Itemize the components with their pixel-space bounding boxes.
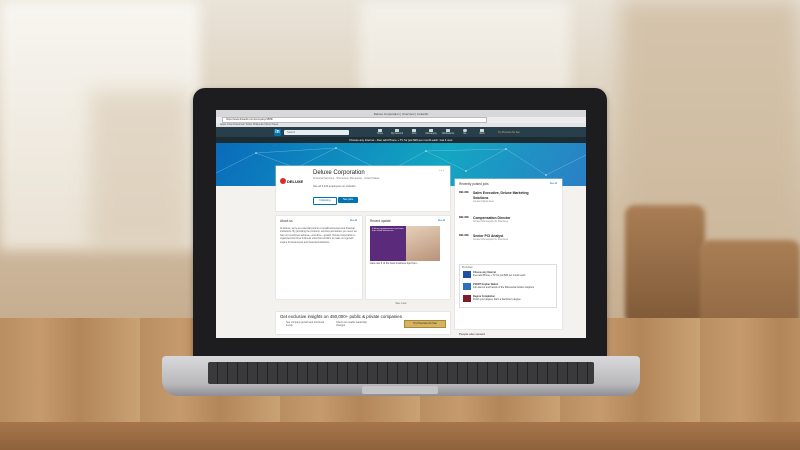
nav-notifications[interactable]: Notifications xyxy=(441,129,455,135)
nav-home[interactable]: Home xyxy=(373,129,387,135)
ad-sub: Join alumni and friends of the Minnesota… xyxy=(473,286,535,289)
linkedin-nav: in Search Home My Network Jobs Messaging… xyxy=(216,127,586,137)
nav-messaging[interactable]: Messaging xyxy=(424,129,438,135)
recent-update-card: Recent update See all 6 things entrepren… xyxy=(366,216,450,299)
grid-icon xyxy=(480,129,484,132)
laptop-trackpad xyxy=(362,386,438,394)
nav-my-network[interactable]: My Network xyxy=(390,129,404,135)
update-image-text[interactable]: 6 things entrepreneurs can learn from sm… xyxy=(370,226,406,261)
promoted-label: Promoted xyxy=(462,266,473,269)
browser-tab-title: Deluxe Corporation | Overview | LinkedIn xyxy=(373,111,429,116)
job-location: Greater Minneapolis-St. Paul Area xyxy=(473,239,508,241)
people-also-viewed: People also viewed xyxy=(459,332,485,336)
nav-jobs[interactable]: Jobs xyxy=(407,129,421,135)
ad-logo-icon xyxy=(463,295,471,302)
ad-item[interactable]: Choose any Internet then add Phone + TV … xyxy=(463,271,553,278)
company-header-card: DELUXE Deluxe Corporation Financial Serv… xyxy=(276,166,450,211)
more-options-icon[interactable]: ··· xyxy=(439,168,444,174)
network-icon xyxy=(395,129,399,132)
nav-work[interactable]: Work xyxy=(475,129,489,135)
home-icon xyxy=(378,129,382,132)
insights-item: Check out notable leadership changes xyxy=(336,321,367,327)
premium-link[interactable]: Try Premium for free xyxy=(498,131,520,134)
company-subtitle: Financial Services · Shoreview, Minnesot… xyxy=(313,177,380,180)
ad-sub: Finish your degree. Earn a bachelor's de… xyxy=(473,298,521,301)
ad-logo-icon xyxy=(463,271,471,278)
job-location: Greater Atlanta Area xyxy=(473,201,494,203)
premium-insights-card: Get exclusive insights on 450,000+ publi… xyxy=(276,312,450,334)
job-company-logo: DELUXE xyxy=(459,234,469,237)
laptop-display: Deluxe Corporation | Overview | LinkedIn… xyxy=(216,110,586,338)
ad-item[interactable]: EVENT Gopher Nation Join alumni and frie… xyxy=(463,283,553,290)
page-content: DELUXE Deluxe Corporation Financial Serv… xyxy=(216,166,586,338)
about-text: At Deluxe, we're an essential partner to… xyxy=(280,227,357,244)
jobs-title: Recently posted jobs xyxy=(459,182,489,186)
job-company-logo: DELUXE xyxy=(459,191,469,194)
employees-link[interactable]: See all 3,234 employees on LinkedIn xyxy=(313,185,356,188)
see-jobs-button[interactable]: See jobs xyxy=(338,197,358,203)
laptop-keyboard xyxy=(208,362,594,384)
about-us-card: About us See all At Deluxe, we're an ess… xyxy=(276,216,362,299)
nav-me[interactable]: Me xyxy=(458,129,472,135)
insights-title: Get exclusive insights on 450,000+ publi… xyxy=(280,314,402,319)
job-location: Greater Minneapolis-St. Paul Area xyxy=(473,221,508,223)
job-title: Sales Executive, Deluxe Marketing Soluti… xyxy=(473,191,529,200)
deluxe-mark-icon xyxy=(280,178,286,184)
try-premium-button[interactable]: Try Premium for free xyxy=(404,320,446,328)
browser-title-bar: Deluxe Corporation | Overview | LinkedIn xyxy=(216,110,586,117)
promoted-box: Promoted Choose any Internet then add Ph… xyxy=(459,264,557,308)
company-logo[interactable]: DELUXE xyxy=(280,176,308,186)
jobs-see-all[interactable]: See all xyxy=(550,182,557,185)
ad-sub: then add Phone + TV for just $20 per mon… xyxy=(473,274,526,277)
avatar-icon xyxy=(463,129,467,132)
insights-item: See company growth and functional trends xyxy=(286,321,325,327)
briefcase-icon xyxy=(412,129,416,132)
bell-icon xyxy=(446,129,450,132)
update-caption[interactable]: Here are 6 of the best business tips fro… xyxy=(370,262,440,265)
following-button[interactable]: Following xyxy=(313,197,337,205)
background-wall xyxy=(90,90,190,250)
recent-jobs-card: Recently posted jobs See all DELUXE Sale… xyxy=(455,179,562,329)
company-name: Deluxe Corporation xyxy=(313,170,365,176)
ad-item[interactable]: Degree Completion Finish your degree. Ea… xyxy=(463,295,553,302)
job-title: Compensation Director xyxy=(473,216,511,220)
about-see-all[interactable]: See all xyxy=(350,219,357,222)
message-icon xyxy=(429,129,433,132)
job-title: Senior PCI Analyst xyxy=(473,234,504,238)
update-photo[interactable] xyxy=(406,226,440,261)
search-input[interactable]: Search xyxy=(284,129,349,135)
update-title: Recent update xyxy=(370,219,391,223)
job-company-logo: DELUXE xyxy=(459,216,469,219)
linkedin-logo[interactable]: in xyxy=(274,128,281,136)
chair xyxy=(625,205,705,325)
about-title: About us xyxy=(280,219,293,223)
update-see-all[interactable]: See all xyxy=(438,219,445,222)
ad-logo-icon xyxy=(463,283,471,290)
